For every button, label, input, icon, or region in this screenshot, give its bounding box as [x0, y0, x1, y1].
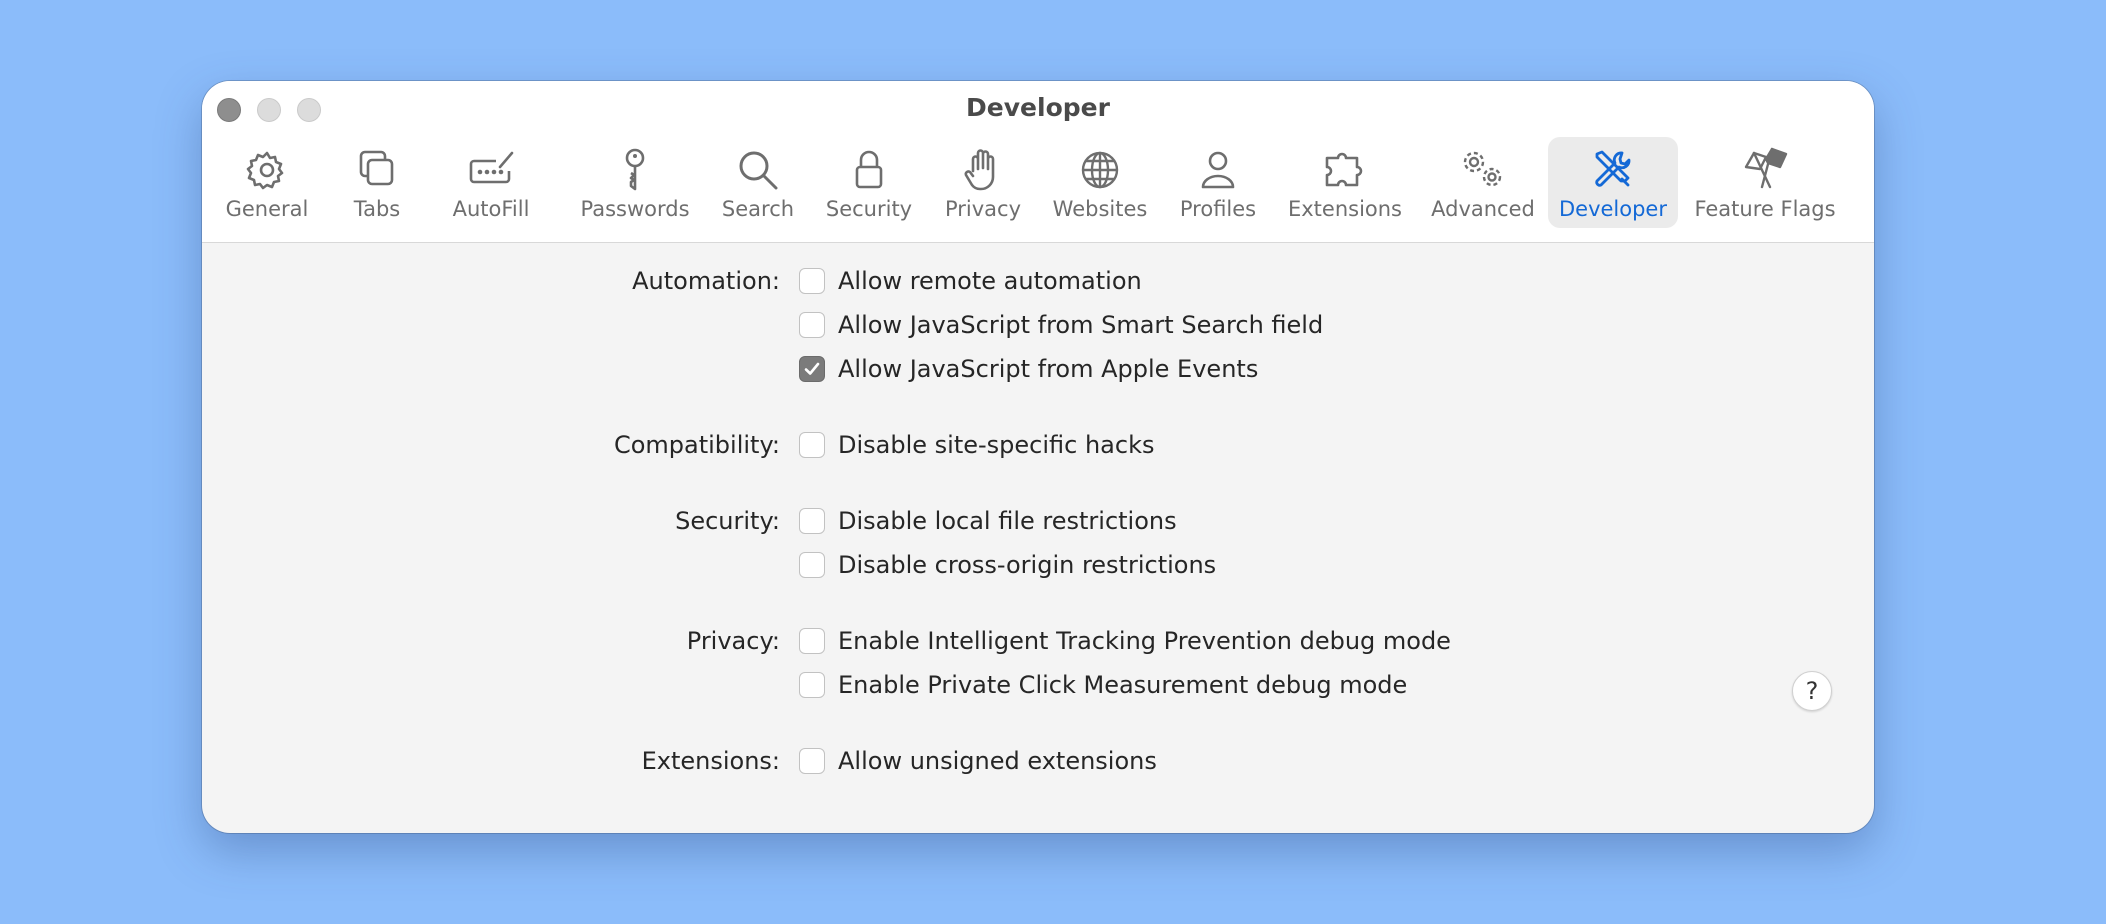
tab-developer[interactable]: Developer	[1548, 137, 1678, 228]
tab-extensions[interactable]: Extensions	[1286, 137, 1404, 228]
puzzle-icon	[1325, 152, 1363, 187]
allow-js-apple-events-label[interactable]: Allow JavaScript from Apple Events	[838, 355, 1258, 383]
gear-icon	[246, 151, 284, 190]
tab-websites[interactable]: Websites	[1050, 137, 1150, 228]
compatibility-label: Compatibility:	[613, 431, 780, 459]
disable-cross-origin-checkbox[interactable]	[799, 552, 825, 578]
disable-site-hacks-checkbox[interactable]	[799, 432, 825, 458]
allow-remote-automation-checkbox[interactable]	[799, 268, 825, 294]
tab-privacy[interactable]: Privacy	[943, 137, 1023, 228]
lock-icon	[855, 150, 883, 189]
disable-site-hacks-label[interactable]: Disable site-specific hacks	[838, 431, 1155, 459]
checkmark-icon	[804, 362, 820, 375]
globe-icon	[1081, 151, 1119, 189]
pcm-debug-checkbox[interactable]	[799, 672, 825, 698]
tab-passwords[interactable]: Passwords	[575, 137, 695, 228]
gears-icon	[1463, 151, 1502, 187]
tab-profiles[interactable]: Profiles	[1176, 137, 1260, 228]
allow-unsigned-extensions-checkbox[interactable]	[799, 748, 825, 774]
tools-icon	[1595, 150, 1631, 187]
tab-search[interactable]: Search	[719, 137, 797, 228]
allow-js-smart-search-checkbox[interactable]	[799, 312, 825, 338]
privacy-label: Privacy:	[686, 627, 780, 655]
flags-icon	[1744, 147, 1788, 189]
preferences-window: Developer General Tabs AutoFill Password…	[202, 81, 1874, 833]
tab-tabs[interactable]: Tabs	[345, 137, 409, 228]
autofill-icon	[469, 151, 514, 184]
itp-debug-checkbox[interactable]	[799, 628, 825, 654]
preferences-toolbar: General Tabs AutoFill Passwords Search S…	[202, 137, 1874, 237]
tab-general[interactable]: General	[225, 137, 309, 228]
security-label: Security:	[675, 507, 780, 535]
title-bar: Developer General Tabs AutoFill Password…	[202, 81, 1874, 243]
disable-cross-origin-label[interactable]: Disable cross-origin restrictions	[838, 551, 1216, 579]
magnifier-icon	[739, 151, 778, 190]
allow-js-smart-search-label[interactable]: Allow JavaScript from Smart Search field	[838, 311, 1323, 339]
tab-feature-flags[interactable]: Feature Flags	[1690, 137, 1840, 228]
disable-local-file-restrictions-checkbox[interactable]	[799, 508, 825, 534]
person-icon	[1201, 151, 1235, 189]
extensions-label: Extensions:	[641, 747, 780, 775]
tab-security[interactable]: Security	[823, 137, 915, 228]
pcm-debug-label[interactable]: Enable Private Click Measurement debug m…	[838, 671, 1407, 699]
hand-icon	[964, 149, 995, 191]
itp-debug-label[interactable]: Enable Intelligent Tracking Prevention d…	[838, 627, 1451, 655]
automation-label: Automation:	[632, 267, 780, 295]
allow-remote-automation-label[interactable]: Allow remote automation	[838, 267, 1142, 295]
tab-advanced[interactable]: Advanced	[1428, 137, 1538, 228]
allow-unsigned-extensions-label[interactable]: Allow unsigned extensions	[838, 747, 1157, 775]
tab-autofill[interactable]: AutoFill	[446, 137, 536, 228]
allow-js-apple-events-checkbox[interactable]	[799, 356, 825, 382]
disable-local-file-restrictions-label[interactable]: Disable local file restrictions	[838, 507, 1177, 535]
key-icon	[625, 148, 645, 191]
developer-settings-panel: Automation: Allow remote automation Allo…	[202, 243, 1874, 833]
window-title: Developer	[966, 93, 1110, 122]
help-button[interactable]: ?	[1792, 671, 1832, 711]
tabs-icon	[359, 150, 394, 186]
